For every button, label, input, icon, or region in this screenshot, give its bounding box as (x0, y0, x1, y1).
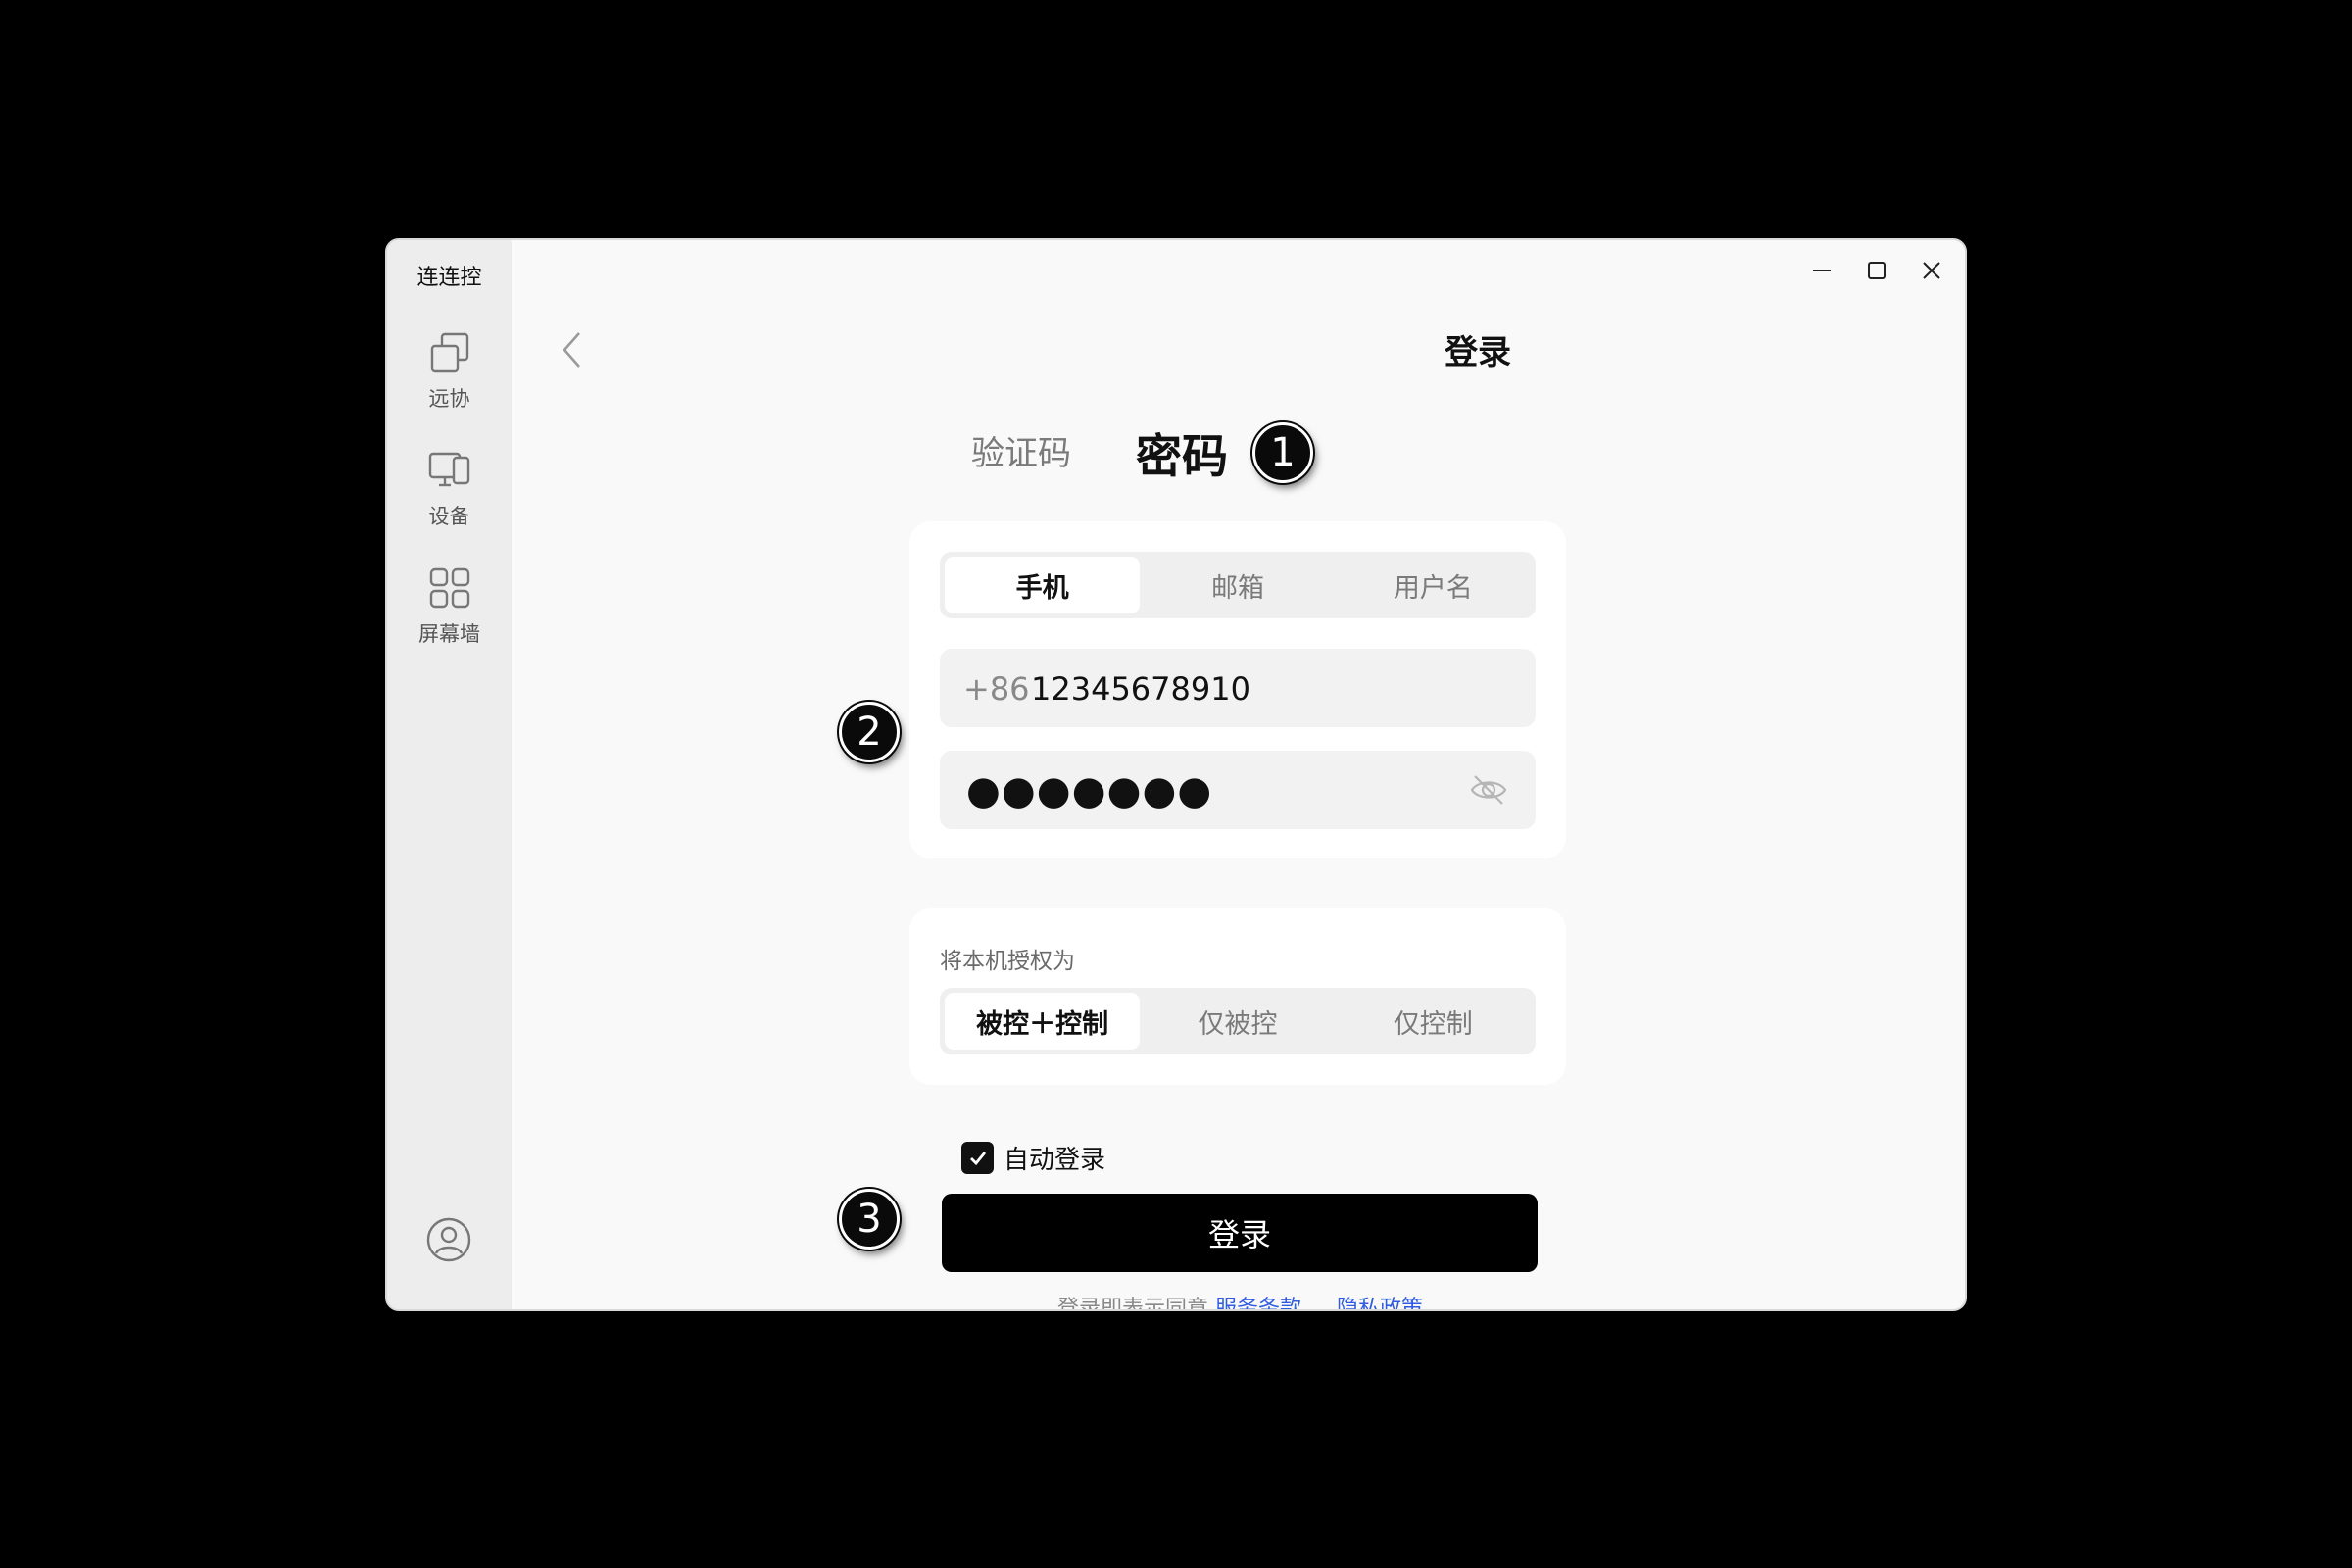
user-avatar-icon (426, 1217, 471, 1262)
screen-wall-icon (429, 567, 469, 609)
auto-login-label: 自动登录 (1004, 1146, 1106, 1175)
agreement-prefix: 登录即表示同意 (1057, 1297, 1209, 1311)
tab-phone[interactable]: 手机 (945, 557, 1141, 613)
annotation-badge-2: 2 (839, 702, 900, 762)
remote-assist-icon (430, 332, 468, 373)
toggle-password-visibility[interactable] (1469, 770, 1508, 813)
auto-login-checkbox[interactable]: 自动登录 (961, 1140, 1105, 1176)
privacy-link[interactable]: 隐私政策 (1337, 1297, 1423, 1309)
tab-email[interactable]: 邮箱 (1140, 557, 1335, 613)
minimize-icon (1813, 270, 1831, 271)
phone-input-value: 12345678910 (1031, 670, 1250, 708)
account-type-segmented: 手机 邮箱 用户名 (940, 552, 1536, 618)
chevron-left-icon (563, 332, 580, 368)
authorize-card: 将本机授权为 被控＋控制 仅被控 仅控制 (909, 908, 1566, 1085)
maximize-icon (1868, 262, 1886, 279)
app-window: 连连控 远协 设备 屏幕墙 登录 验证码 密码 1 手机 邮箱 用户名 +86 … (385, 238, 1967, 1311)
annotation-badge-3: 3 (839, 1189, 900, 1250)
tab-password[interactable]: 密码 (1136, 418, 1228, 486)
sidebar-item-label: 屏幕墙 (418, 622, 480, 646)
terms-link[interactable]: 服务条款 (1215, 1297, 1301, 1309)
sidebar: 连连控 远协 设备 屏幕墙 (387, 240, 512, 1309)
password-field[interactable]: ●●●●●●● (940, 751, 1536, 829)
country-code[interactable]: +86 (963, 670, 1030, 708)
account-button[interactable] (425, 1216, 472, 1267)
authorize-segmented: 被控＋控制 仅被控 仅控制 (940, 988, 1536, 1054)
authorize-label: 将本机授权为 (940, 949, 1075, 974)
eye-off-icon (1470, 775, 1507, 805)
sidebar-item-label: 远协 (428, 387, 470, 411)
sidebar-item-screen-wall[interactable]: 屏幕墙 (387, 565, 512, 648)
password-input-value: ●●●●●●● (966, 768, 1213, 813)
back-button[interactable] (560, 330, 585, 373)
credentials-card: 手机 邮箱 用户名 +86 12345678910 ●●●●●●● (909, 521, 1566, 858)
close-button[interactable] (1910, 254, 1953, 287)
app-title: 连连控 (416, 266, 482, 290)
phone-field[interactable]: +86 12345678910 (940, 649, 1536, 727)
sidebar-item-label: 设备 (428, 505, 470, 528)
agreement-text: 登录即表示同意 服务条款 、 隐私政策 (1057, 1291, 1423, 1311)
agreement-separator: 、 (1308, 1297, 1331, 1311)
sidebar-item-devices[interactable]: 设备 (387, 448, 512, 530)
devices-icon (428, 452, 469, 487)
close-icon (1923, 262, 1940, 279)
option-controlled-only[interactable]: 仅被控 (1140, 993, 1335, 1050)
maximize-button[interactable] (1855, 254, 1898, 287)
annotation-badge-1: 1 (1252, 422, 1313, 483)
option-controlled-and-control[interactable]: 被控＋控制 (945, 993, 1141, 1050)
option-control-only[interactable]: 仅控制 (1336, 993, 1531, 1050)
tab-verification-code[interactable]: 验证码 (971, 426, 1071, 474)
sidebar-item-remote-assist[interactable]: 远协 (387, 330, 512, 413)
login-button[interactable]: 登录 (942, 1194, 1538, 1272)
page-title: 登录 (1445, 333, 1511, 372)
minimize-button[interactable] (1800, 254, 1843, 287)
checkbox-checked[interactable] (961, 1142, 994, 1174)
checkmark-icon (969, 1151, 986, 1165)
tab-username[interactable]: 用户名 (1336, 557, 1531, 613)
